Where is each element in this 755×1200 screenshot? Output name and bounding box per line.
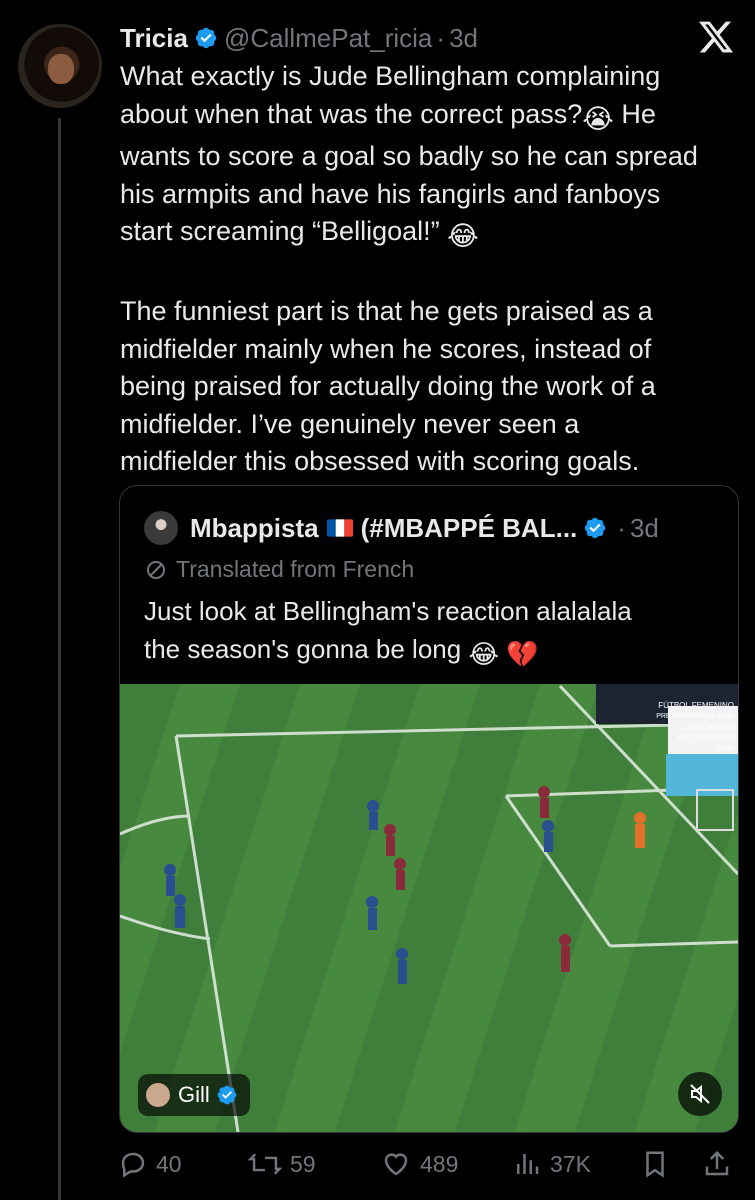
tagged-user-pill[interactable]: Gill: [138, 1074, 250, 1116]
views-button[interactable]: 37K: [512, 1144, 591, 1184]
scoreboard-text: PRETEMPORADA 24/25: [656, 713, 734, 720]
tweet-line: start screaming “Belligoal!”: [120, 216, 440, 246]
verified-badge-icon: [217, 1085, 237, 1105]
tweet-line: wants to score a goal so badly so he can…: [120, 141, 698, 171]
like-count: 489: [420, 1150, 459, 1177]
video-player[interactable]: FÚTBOL FEMENINO PRETEMPORADA 24/25 REAL MA…: [120, 684, 738, 1132]
scoreboard-text: R.C. DEPORTIVO: [677, 735, 735, 742]
translated-label[interactable]: Translated from French: [144, 556, 414, 583]
loudly-crying-emoji: 😭: [582, 103, 614, 134]
translate-icon: [147, 560, 165, 579]
tweet-paragraph: The funniest part is that he gets praise…: [120, 296, 656, 476]
share-icon: [705, 1150, 729, 1176]
reply-count: 40: [156, 1150, 182, 1177]
scoreboard-text: 20:00: [716, 745, 734, 752]
scoreboard-text: FÚTBOL FEMENINO: [658, 701, 734, 710]
timestamp[interactable]: 3d: [449, 23, 478, 54]
reply-icon: [121, 1152, 145, 1178]
laughing-emoji: 😂: [447, 221, 479, 251]
tweet-line: He: [613, 98, 656, 129]
separator-dot: ·: [617, 512, 626, 543]
author-name[interactable]: Tricia: [120, 23, 188, 54]
quoted-tweet[interactable]: Mbappista (#MBAPPÉ BAL... · 3d Translate…: [119, 485, 739, 1133]
reply-button[interactable]: 40: [118, 1144, 182, 1184]
france-flag-icon: [326, 519, 353, 537]
separator-dot: ·: [436, 22, 446, 53]
like-button[interactable]: 489: [380, 1144, 458, 1184]
repost-icon: [248, 1153, 282, 1175]
tagged-user-name: Gill: [178, 1082, 210, 1107]
avatar[interactable]: [18, 24, 102, 108]
share-button[interactable]: [702, 1144, 740, 1184]
views-count: 37K: [550, 1150, 591, 1177]
x-logo-icon: [698, 21, 734, 53]
author-handle[interactable]: @CallmePat_ricia: [224, 23, 432, 54]
scoreboard-text: REAL MADRID: [686, 725, 734, 732]
mute-button[interactable]: [678, 1072, 722, 1116]
translated-text: Translated from French: [176, 556, 415, 582]
tweet-actions: 40 59 489 37K: [118, 1144, 738, 1184]
tweet-line: What exactly is Jude Bellingham complain…: [120, 61, 661, 91]
quoted-avatar[interactable]: [144, 511, 178, 545]
quoted-author-name[interactable]: Mbappista: [190, 513, 319, 544]
tweet-header: Tricia @CallmePat_ricia · 3d: [120, 20, 729, 56]
quoted-text: Just look at Bellingham's reaction alala…: [144, 592, 724, 673]
quoted-display-suffix[interactable]: (#MBAPPÉ BAL...: [361, 513, 578, 544]
broken-heart-emoji: 💔: [506, 639, 539, 669]
laughing-emoji: 😂: [468, 639, 499, 669]
verified-badge-icon: [195, 27, 217, 49]
quoted-timestamp[interactable]: 3d: [630, 513, 659, 544]
bookmark-button[interactable]: [640, 1144, 678, 1184]
quoted-header: Mbappista (#MBAPPÉ BAL... · 3d: [144, 510, 704, 546]
repost-count: 59: [290, 1150, 316, 1177]
bookmark-icon: [646, 1151, 664, 1178]
thread-line: [58, 118, 61, 1200]
tweet-line: his armpits and have his fangirls and fa…: [120, 178, 661, 209]
like-icon: [384, 1153, 408, 1176]
repost-button[interactable]: 59: [248, 1144, 316, 1184]
tweet-text: What exactly is Jude Bellingham complain…: [120, 58, 740, 481]
mute-icon: [690, 1084, 710, 1104]
tagged-user-avatar: [146, 1083, 170, 1107]
quoted-body: Just look at Bellingham's reaction alala…: [144, 596, 632, 664]
football-pitch-frame: FÚTBOL FEMENINO PRETEMPORADA 24/25 REAL MA…: [120, 684, 738, 1132]
tweet-line: about when that was the correct pass?: [120, 98, 583, 129]
views-icon: [517, 1154, 539, 1174]
verified-badge-icon: [585, 517, 606, 539]
